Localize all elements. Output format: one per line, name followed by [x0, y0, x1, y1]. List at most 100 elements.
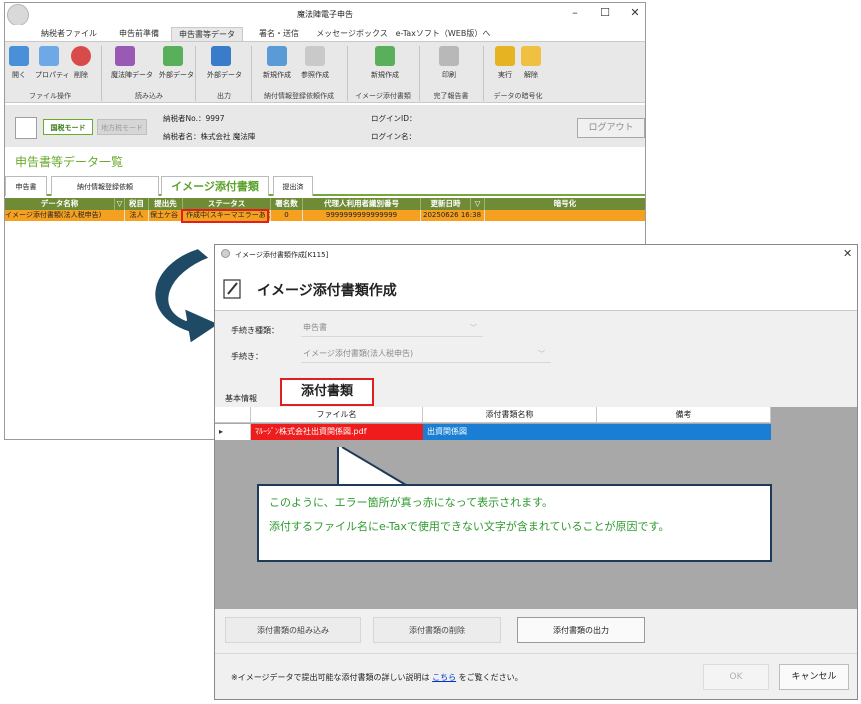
- export-external-data-button[interactable]: 外部データ: [207, 46, 242, 80]
- tab-image-attachments[interactable]: イメージ添付書類: [161, 176, 269, 196]
- ribbon-tab-etax-web[interactable]: e-Taxソフト（WEB版）へ: [395, 27, 491, 41]
- maximize-button[interactable]: ☐: [597, 6, 613, 20]
- mahoujin-data-button[interactable]: 魔法陣データ: [111, 46, 153, 80]
- filter-icon[interactable]: ▽: [115, 198, 125, 210]
- column-header-tax[interactable]: 税目: [125, 198, 149, 210]
- tab-basic-info[interactable]: 基本情報: [225, 393, 257, 404]
- ribbon-separator: [483, 46, 484, 101]
- help-link[interactable]: こちら: [432, 673, 456, 682]
- column-header-name[interactable]: データ名称: [5, 198, 115, 210]
- ribbon-tab-sign-send[interactable]: 署名・送信: [249, 27, 309, 41]
- logout-button[interactable]: ログアウト: [577, 118, 645, 138]
- filter-icon[interactable]: ▽: [471, 198, 485, 210]
- app-logo-icon: [221, 249, 230, 258]
- column-header-agent-id[interactable]: 代理人利用者識別番号: [303, 198, 421, 210]
- cell-doc-name[interactable]: 出資関係図: [423, 424, 597, 440]
- status-error-highlight: [181, 209, 269, 223]
- cell-encryption: [485, 210, 645, 221]
- cell-name: イメージ添付書類(法人税申告): [5, 210, 125, 221]
- taxpayer-number-value: 9997: [205, 114, 225, 123]
- ribbon-separator: [251, 46, 252, 101]
- encrypt-run-button[interactable]: 実行: [491, 46, 519, 80]
- export-icon: [211, 46, 231, 66]
- properties-button[interactable]: プロパティ: [35, 46, 70, 80]
- dialog-title-bar: イメージ添付書類作成[K115] ✕: [215, 245, 857, 263]
- tab-attachments[interactable]: 添付書類: [280, 378, 374, 406]
- procedure-type-select[interactable]: 申告書 ﹀: [301, 319, 483, 337]
- cell-filename-error[interactable]: ﾏﾙｰｼﾞﾝ株式会社出資関係図.pdf: [251, 424, 423, 440]
- ribbon-tabs: 納税者ファイル 申告前準備 申告書等データ 署名・送信 メッセージボックス e-…: [5, 25, 645, 41]
- delete-attachment-button[interactable]: 添付書類の削除: [373, 617, 501, 643]
- attachment-grid-header: ファイル名 添付書類名称 備考: [215, 407, 771, 423]
- encrypt-release-label: 解除: [524, 71, 538, 79]
- dialog-close-button[interactable]: ✕: [843, 247, 852, 260]
- ribbon-separator: [195, 46, 196, 101]
- login-id-label: ログインID：: [371, 114, 417, 123]
- encrypt-release-button[interactable]: 解除: [517, 46, 545, 80]
- ribbon-tab-return-data[interactable]: 申告書等データ: [171, 27, 243, 41]
- open-label: 開く: [12, 71, 26, 79]
- magic-wand-icon: [115, 46, 135, 66]
- page-title: 申告書等データ一覧: [15, 155, 124, 169]
- cell-dest: 保土ケ谷: [149, 210, 183, 221]
- procedure-select[interactable]: イメージ添付書類(法人税申告) ﹀: [301, 345, 551, 363]
- ribbon-tab-taxpayer-file[interactable]: 納税者ファイル: [35, 27, 103, 41]
- tab-payment-requests[interactable]: 納付情報登録依頼: [51, 176, 159, 196]
- folder-icon: [9, 46, 29, 66]
- cell-updated: 20250626 16:38: [421, 210, 485, 221]
- column-header-note[interactable]: 備考: [597, 407, 771, 423]
- column-header-filename[interactable]: ファイル名: [251, 407, 423, 423]
- image-attachment-new-label: 新規作成: [371, 71, 399, 79]
- open-button[interactable]: 開く: [5, 46, 33, 80]
- procedure-label: 手続き：: [231, 352, 263, 361]
- column-header-signatures[interactable]: 署名数: [271, 198, 303, 210]
- payment-new-button[interactable]: 新規作成: [263, 46, 291, 80]
- close-button[interactable]: ✕: [627, 6, 643, 20]
- tab-submitted[interactable]: 提出済: [273, 176, 313, 196]
- group-label-completion: 完了報告書: [433, 92, 469, 100]
- image-attachment-new-button[interactable]: 新規作成: [371, 46, 399, 80]
- embed-attachment-button[interactable]: 添付書類の組み込み: [225, 617, 361, 643]
- taxpayer-name-label: 納税者名：: [163, 132, 201, 141]
- column-header-dest[interactable]: 提出先: [149, 198, 183, 210]
- print-button[interactable]: 印刷: [435, 46, 463, 80]
- minimize-button[interactable]: –: [567, 6, 583, 20]
- group-label-encryption: データの暗号化: [493, 92, 543, 100]
- dialog-header: イメージ添付書類作成: [215, 263, 857, 311]
- add-document-icon: [375, 46, 395, 66]
- callout-pointer: [337, 447, 407, 486]
- lock-icon: [495, 46, 515, 66]
- taxpayer-info-panel: 国税モード 地方税モード 納税者No.：9997 納税者名：株式会社 魔法陣 ロ…: [5, 105, 645, 147]
- local-tax-mode-button[interactable]: 地方税モード: [97, 119, 147, 135]
- group-label-output: 出力: [217, 92, 231, 100]
- tab-returns[interactable]: 申告書: [5, 176, 47, 196]
- column-header-doc-name[interactable]: 添付書類名称: [423, 407, 597, 423]
- output-attachment-button[interactable]: 添付書類の出力: [517, 617, 645, 643]
- reference-document-icon: [305, 46, 325, 66]
- row-marker-icon: ▸: [215, 424, 251, 440]
- payment-reference-button[interactable]: 参照作成: [301, 46, 329, 80]
- delete-button[interactable]: 削除: [67, 46, 95, 80]
- procedure-type-value: 申告書: [303, 323, 327, 332]
- data-grid-header: データ名称 ▽ 税目 提出先 ステータス 署名数 代理人利用者識別番号 更新日時…: [5, 198, 645, 210]
- chevron-down-icon: ﹀: [538, 350, 545, 358]
- group-label-import: 読み込み: [135, 92, 163, 100]
- ribbon-tab-message-box[interactable]: メッセージボックス: [315, 27, 389, 41]
- table-row[interactable]: ▸ ﾏﾙｰｼﾞﾝ株式会社出資関係図.pdf 出資関係図: [215, 424, 771, 440]
- column-header-updated[interactable]: 更新日時: [421, 198, 471, 210]
- import-external-data-button[interactable]: 外部データ: [159, 46, 194, 80]
- taxpayer-name: 納税者名：株式会社 魔法陣: [163, 131, 255, 142]
- login-name-label: ログイン名：: [371, 132, 416, 141]
- column-header-encryption[interactable]: 暗号化: [485, 198, 645, 210]
- cancel-button[interactable]: キャンセル: [779, 664, 849, 690]
- procedure-type-label: 手続き種類：: [231, 326, 279, 335]
- cell-note[interactable]: [597, 424, 771, 440]
- table-row[interactable]: イメージ添付書類(法人税申告) 法人 保土ケ谷 作成中(スキーマエラーあり) 0…: [5, 210, 645, 221]
- window-title: 魔法陣電子申告: [297, 10, 353, 19]
- export-external-label: 外部データ: [207, 71, 242, 79]
- national-tax-mode-button[interactable]: 国税モード: [43, 119, 93, 135]
- taxpayer-number: 納税者No.：9997: [163, 113, 225, 124]
- row-header-corner: [215, 407, 251, 423]
- ok-button[interactable]: OK: [703, 664, 769, 690]
- ribbon-tab-preparation[interactable]: 申告前準備: [109, 27, 169, 41]
